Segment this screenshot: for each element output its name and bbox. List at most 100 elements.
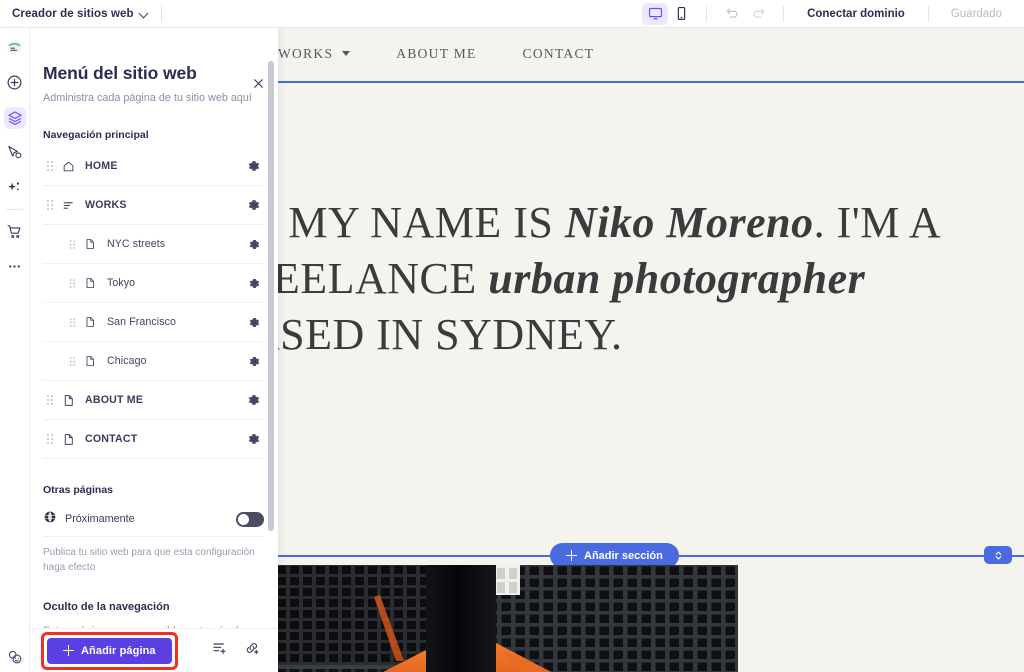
sidebar-item-add[interactable]: [0, 68, 29, 97]
site-navigation: WORKS ABOUT ME CONTACT: [278, 27, 1024, 81]
hero-line2-prefix: FREELANCE: [278, 254, 477, 303]
page-settings-button[interactable]: [244, 317, 264, 328]
drag-handle-icon[interactable]: [43, 199, 57, 211]
page-row-chicago[interactable]: Chicago: [43, 342, 264, 381]
page-settings-button[interactable]: [244, 356, 264, 367]
page-row-contact[interactable]: CONTACT: [43, 420, 264, 459]
drag-dots-glyph: [46, 199, 54, 211]
coming-soon-row[interactable]: Próximamente: [43, 502, 264, 537]
add-link-glyph: [246, 643, 259, 655]
drag-dots-glyph: [46, 394, 54, 406]
section-boundary-top: [278, 81, 1024, 83]
globe-icon: [43, 510, 57, 529]
page-icon: [57, 433, 79, 446]
document-glyph: [86, 278, 94, 288]
add-list-section-icon[interactable]: [212, 640, 228, 661]
footer-actions: [212, 640, 266, 661]
desktop-view-icon: [648, 7, 662, 20]
drag-handle-icon[interactable]: [65, 239, 79, 250]
sidebar-item-pages[interactable]: [0, 103, 29, 132]
sidebar-item-more[interactable]: [0, 252, 29, 281]
undo-icon: [726, 8, 738, 18]
panel-subtitle: Administra cada página de tu sitio web a…: [43, 92, 252, 104]
drag-handle-icon[interactable]: [43, 394, 57, 406]
panel-scrollbar-thumb[interactable]: [268, 61, 274, 531]
site-nav-works[interactable]: WORKS: [278, 46, 396, 62]
ai-sparkles-icon: [4, 177, 26, 199]
app-menu[interactable]: Creador de sitios web: [0, 8, 149, 20]
hero-name: Niko Moreno: [564, 198, 814, 247]
top-bar: Creador de sitios web Conectar dominio G…: [0, 0, 1024, 28]
mobile-view-button[interactable]: [668, 3, 694, 25]
page-label: NYC streets: [107, 238, 166, 250]
divider: [160, 5, 162, 22]
add-section-label: Añadir sección: [584, 549, 663, 562]
gear-icon: [248, 434, 260, 444]
drag-dots-glyph: [69, 356, 75, 366]
list-glyph: [63, 201, 73, 209]
hero-line1-prefix: HI, MY NAME IS: [278, 198, 554, 247]
desktop-view-button[interactable]: [642, 2, 669, 25]
page-settings-button[interactable]: [244, 433, 264, 445]
page-row-about-me[interactable]: ABOUT ME: [43, 381, 264, 420]
page-label: ABOUT ME: [85, 394, 144, 406]
drag-handle-icon[interactable]: [65, 317, 79, 328]
coming-soon-toggle[interactable]: [236, 511, 264, 527]
page-row-works[interactable]: WORKS: [43, 186, 264, 225]
page-settings-button[interactable]: [244, 278, 264, 289]
connect-domain-button[interactable]: Conectar dominio: [796, 8, 916, 20]
mobile-view-icon: [677, 6, 685, 21]
site-nav-contact[interactable]: CONTACT: [523, 46, 641, 62]
hero-photo[interactable]: [278, 565, 738, 672]
site-canvas: WORKS ABOUT ME CONTACT HI, MY NAME IS Ni…: [278, 27, 1024, 672]
page-settings-button[interactable]: [244, 199, 264, 211]
close-panel-button[interactable]: [248, 73, 268, 93]
site-nav-about-me[interactable]: ABOUT ME: [396, 46, 522, 62]
app-title: Creador de sitios web: [12, 7, 134, 20]
page-row-nyc-streets[interactable]: NYC streets: [43, 225, 264, 264]
drag-handle-icon[interactable]: [65, 356, 79, 367]
rail-divider: [6, 209, 23, 210]
panel-scrollbar[interactable]: [268, 61, 274, 549]
top-bar-actions: Conectar dominio Guardado: [642, 2, 1024, 25]
add-page-label: Añadir página: [81, 644, 156, 657]
page-row-san-francisco[interactable]: San Francisco: [43, 303, 264, 342]
redo-button[interactable]: [745, 3, 771, 25]
chevron-down-icon[interactable]: [140, 9, 149, 18]
plus-icon: [63, 645, 74, 656]
page-icon: [79, 355, 101, 367]
urban-photograph-image: [278, 565, 738, 672]
hero-line1-suffix: . I'M A: [813, 198, 942, 247]
gear-icon: [249, 317, 259, 327]
toggle-knob: [238, 513, 249, 525]
hero-line-1: HI, MY NAME IS Niko Moreno. I'M A: [278, 195, 1018, 251]
page-row-tokyo[interactable]: Tokyo: [43, 264, 264, 303]
sidebar-item-design[interactable]: [0, 138, 29, 167]
document-glyph: [86, 356, 94, 366]
divider: [706, 5, 708, 22]
sidebar-item-logo[interactable]: [0, 33, 29, 62]
page-settings-button[interactable]: [244, 394, 264, 406]
drag-handle-icon[interactable]: [43, 433, 57, 445]
sidebar-item-ai[interactable]: [0, 173, 29, 202]
drag-dots-glyph: [46, 160, 54, 172]
panel-content: Menú del sitio web Administra cada págin…: [29, 63, 278, 628]
add-page-button[interactable]: Añadir página: [47, 637, 172, 664]
hero-heading[interactable]: HI, MY NAME IS Niko Moreno. I'M A FREELA…: [278, 195, 1018, 363]
add-section-glyph: [213, 643, 226, 654]
add-link-icon[interactable]: [244, 640, 260, 661]
section-resize-handle[interactable]: [984, 546, 1012, 564]
drag-handle-icon[interactable]: [43, 160, 57, 172]
sidebar-item-help[interactable]: [0, 648, 29, 666]
home-icon: [57, 160, 79, 173]
redo-icon: [753, 8, 765, 18]
page-row-home[interactable]: HOME: [43, 147, 264, 186]
sidebar-item-store[interactable]: [0, 217, 29, 246]
add-element-icon: [4, 72, 26, 94]
publish-hint: Publica tu sitio web para que esta confi…: [43, 547, 255, 573]
page-settings-button[interactable]: [244, 239, 264, 250]
pages-layers-icon: [3, 106, 26, 129]
undo-button[interactable]: [719, 3, 745, 25]
drag-handle-icon[interactable]: [65, 278, 79, 289]
page-settings-button[interactable]: [244, 160, 264, 172]
